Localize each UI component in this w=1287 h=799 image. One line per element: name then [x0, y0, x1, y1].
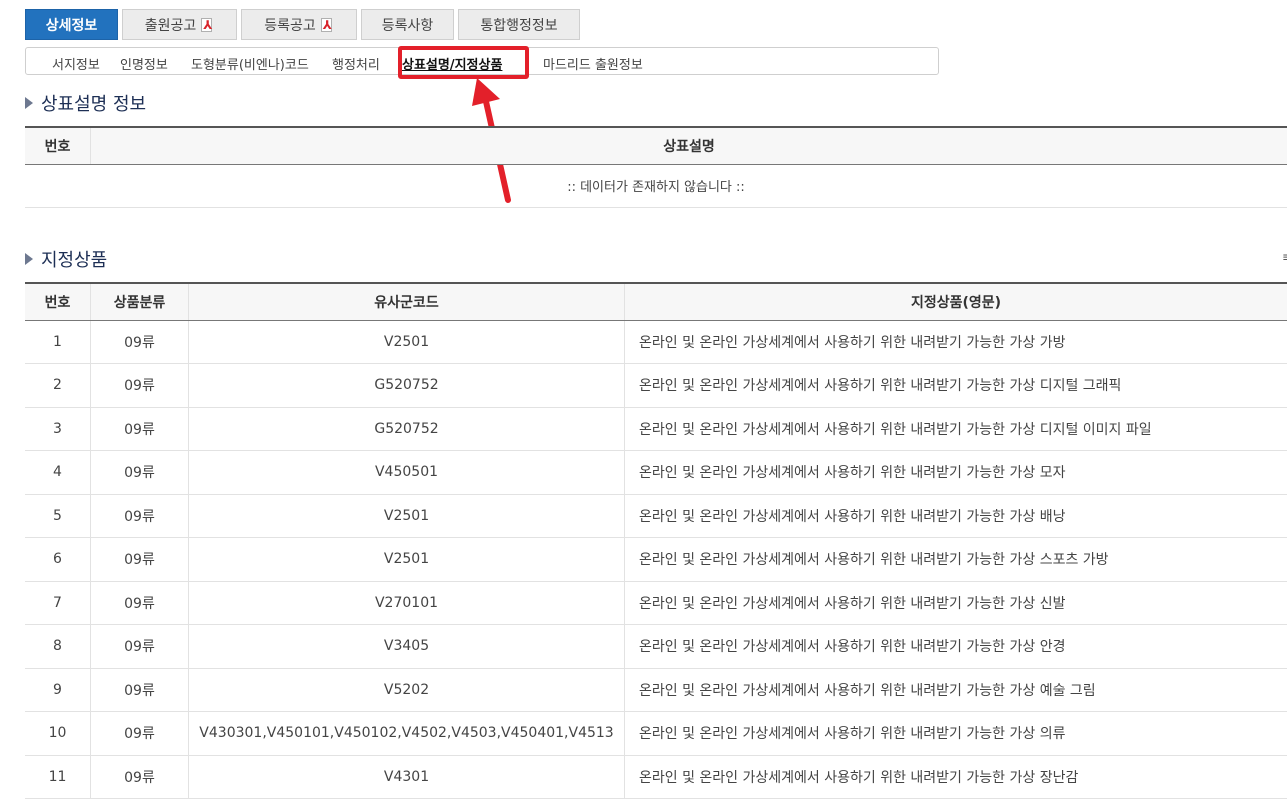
similar-group-code: V4301: [189, 755, 625, 799]
submenu-item-bibliographic[interactable]: 서지정보: [52, 54, 100, 73]
description-table: 번호 상표설명 :: 데이터가 존재하지 않습니다 ::: [25, 126, 1287, 208]
table-row: 709류V270101온라인 및 온라인 가상세계에서 사용하기 위한 내려받기…: [25, 581, 1287, 625]
designated-goods-name: 온라인 및 온라인 가상세계에서 사용하기 위한 내려받기 가능한 가상 디지털…: [625, 407, 1287, 451]
row-number: 5: [25, 494, 91, 538]
similar-group-code: V3405: [189, 625, 625, 669]
tab-label: 등록공고: [264, 15, 316, 35]
column-header: 상품분류: [91, 283, 189, 320]
row-number: 1: [25, 320, 91, 364]
tab-label: 통합행정정보: [480, 15, 557, 35]
similar-group-code: V2501: [189, 320, 625, 364]
goods-class: 09류: [91, 451, 189, 495]
similar-group-code: V270101: [189, 581, 625, 625]
goods-class: 09류: [91, 494, 189, 538]
table-row: 409류V450501온라인 및 온라인 가상세계에서 사용하기 위한 내려받기…: [25, 451, 1287, 495]
designated-goods-name: 온라인 및 온라인 가상세계에서 사용하기 위한 내려받기 가능한 가상 디지털…: [625, 364, 1287, 408]
designated-goods-name: 온라인 및 온라인 가상세계에서 사용하기 위한 내려받기 가능한 가상 가방: [625, 320, 1287, 364]
side-menu-icon[interactable]: ≡: [1282, 250, 1287, 264]
goods-class: 09류: [91, 538, 189, 582]
triangle-bullet-icon: [25, 97, 33, 109]
table-row: 909류V5202온라인 및 온라인 가상세계에서 사용하기 위한 내려받기 가…: [25, 668, 1287, 712]
row-number: 9: [25, 668, 91, 712]
designated-goods-name: 온라인 및 온라인 가상세계에서 사용하기 위한 내려받기 가능한 가상 안경: [625, 625, 1287, 669]
similar-group-code: G520752: [189, 407, 625, 451]
column-header: 유사군코드: [189, 283, 625, 320]
section-title-text: 지정상품: [41, 246, 107, 272]
row-number: 8: [25, 625, 91, 669]
designated-goods-name: 온라인 및 온라인 가상세계에서 사용하기 위한 내려받기 가능한 가상 스포츠…: [625, 538, 1287, 582]
tab-registration-publication[interactable]: 등록공고 ⅄: [241, 9, 357, 40]
row-number: 3: [25, 407, 91, 451]
designated-goods-name: 온라인 및 온라인 가상세계에서 사용하기 위한 내려받기 가능한 가상 장난감: [625, 755, 1287, 799]
triangle-bullet-icon: [25, 253, 33, 265]
table-row: 309류G520752온라인 및 온라인 가상세계에서 사용하기 위한 내려받기…: [25, 407, 1287, 451]
goods-table: 번호 상품분류 유사군코드 지정상품(영문) 109류V2501온라인 및 온라…: [25, 282, 1287, 799]
column-header: 상표설명: [91, 127, 1287, 164]
tab-label: 출원공고: [145, 15, 197, 35]
similar-group-code: V450501: [189, 451, 625, 495]
goods-class: 09류: [91, 581, 189, 625]
tab-application-publication[interactable]: 출원공고 ⅄: [122, 9, 237, 40]
column-header: 번호: [25, 127, 91, 164]
tab-detail-info[interactable]: 상세정보: [25, 9, 118, 40]
submenu-item-vienna-code[interactable]: 도형분류(비엔나)코드: [191, 54, 309, 73]
row-number: 2: [25, 364, 91, 408]
column-header: 지정상품(영문): [625, 283, 1287, 320]
designated-goods-name: 온라인 및 온라인 가상세계에서 사용하기 위한 내려받기 가능한 가상 모자: [625, 451, 1287, 495]
goods-class: 09류: [91, 407, 189, 451]
submenu-item-madrid[interactable]: 마드리드 출원정보: [543, 54, 643, 73]
table-row: 509류V2501온라인 및 온라인 가상세계에서 사용하기 위한 내려받기 가…: [25, 494, 1287, 538]
submenu-item-person[interactable]: 인명정보: [120, 54, 168, 73]
designated-goods-name: 온라인 및 온라인 가상세계에서 사용하기 위한 내려받기 가능한 가상 신발: [625, 581, 1287, 625]
goods-class: 09류: [91, 320, 189, 364]
designated-goods-name: 온라인 및 온라인 가상세계에서 사용하기 위한 내려받기 가능한 가상 의류: [625, 712, 1287, 756]
tab-integrated-admin-info[interactable]: 통합행정정보: [458, 9, 580, 40]
table-row: 1009류V430301,V450101,V450102,V4502,V4503…: [25, 712, 1287, 756]
row-number: 6: [25, 538, 91, 582]
designated-goods-name: 온라인 및 온라인 가상세계에서 사용하기 위한 내려받기 가능한 가상 배낭: [625, 494, 1287, 538]
section-title-text: 상표설명 정보: [41, 90, 146, 116]
goods-class: 09류: [91, 668, 189, 712]
column-header: 번호: [25, 283, 91, 320]
highlight-box: [398, 46, 529, 79]
goods-table-body: 109류V2501온라인 및 온라인 가상세계에서 사용하기 위한 내려받기 가…: [25, 320, 1287, 799]
pdf-icon: ⅄: [200, 18, 214, 32]
table-row: 609류V2501온라인 및 온라인 가상세계에서 사용하기 위한 내려받기 가…: [25, 538, 1287, 582]
description-section-title: 상표설명 정보: [25, 90, 146, 116]
row-number: 11: [25, 755, 91, 799]
table-row: 209류G520752온라인 및 온라인 가상세계에서 사용하기 위한 내려받기…: [25, 364, 1287, 408]
top-tabs: 상세정보 출원공고 ⅄ 등록공고 ⅄ 등록사항 통합행정정보: [25, 9, 584, 40]
row-number: 4: [25, 451, 91, 495]
table-row: 809류V3405온라인 및 온라인 가상세계에서 사용하기 위한 내려받기 가…: [25, 625, 1287, 669]
similar-group-code: V2501: [189, 494, 625, 538]
pdf-icon: ⅄: [320, 18, 334, 32]
similar-group-code: V430301,V450101,V450102,V4502,V4503,V450…: [189, 712, 625, 756]
tab-registration-matters[interactable]: 등록사항: [361, 9, 454, 40]
similar-group-code: G520752: [189, 364, 625, 408]
submenu-item-admin-process[interactable]: 행정처리: [332, 54, 380, 73]
goods-class: 09류: [91, 625, 189, 669]
similar-group-code: V5202: [189, 668, 625, 712]
row-number: 7: [25, 581, 91, 625]
goods-class: 09류: [91, 755, 189, 799]
similar-group-code: V2501: [189, 538, 625, 582]
goods-section-title: 지정상품: [25, 246, 107, 272]
designated-goods-name: 온라인 및 온라인 가상세계에서 사용하기 위한 내려받기 가능한 가상 예술 …: [625, 668, 1287, 712]
tab-label: 등록사항: [382, 15, 434, 35]
row-number: 10: [25, 712, 91, 756]
goods-class: 09류: [91, 364, 189, 408]
goods-class: 09류: [91, 712, 189, 756]
table-row: 109류V2501온라인 및 온라인 가상세계에서 사용하기 위한 내려받기 가…: [25, 320, 1287, 364]
table-row: 1109류V4301온라인 및 온라인 가상세계에서 사용하기 위한 내려받기 …: [25, 755, 1287, 799]
tab-label: 상세정보: [46, 15, 98, 35]
empty-message: :: 데이터가 존재하지 않습니다 ::: [25, 164, 1287, 207]
